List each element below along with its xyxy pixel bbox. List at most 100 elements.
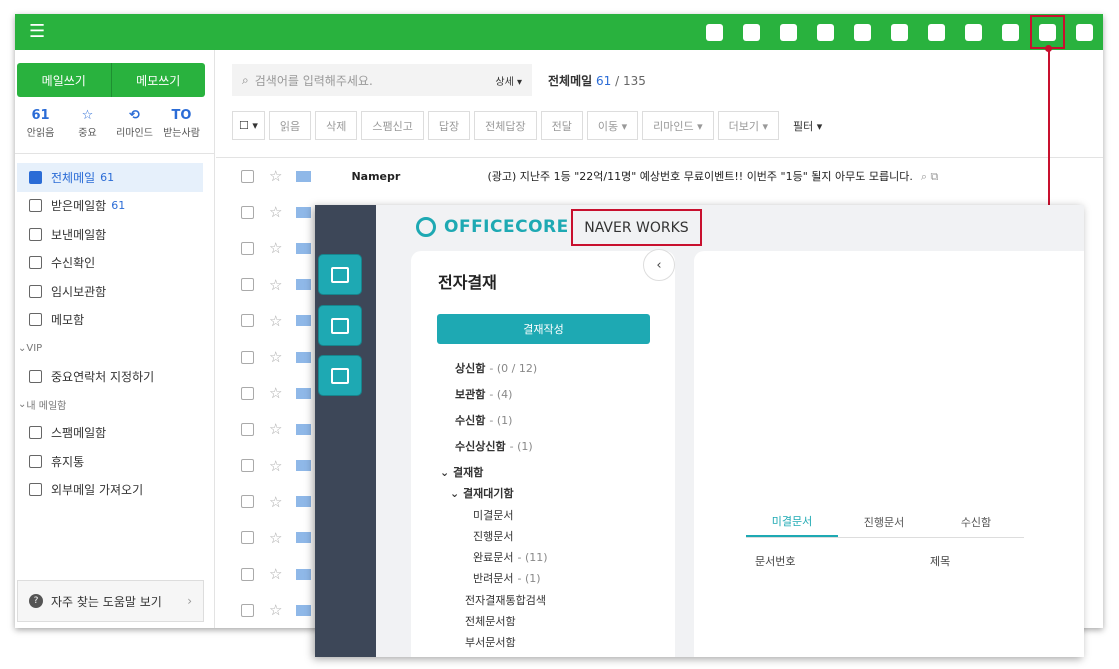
write-approval-button[interactable]: 결재작성: [437, 314, 650, 344]
folder-item[interactable]: 전체메일 61: [17, 163, 203, 192]
memo-icon-button[interactable]: [696, 14, 733, 50]
star-icon[interactable]: ☆: [269, 239, 282, 257]
document-tab[interactable]: 수신함: [930, 507, 1022, 537]
mail-subject[interactable]: (광고) 지난주 1등 "22억/11명" 예상번호 무료이벤트!! 이번주 "…: [487, 168, 938, 184]
folder-item[interactable]: 받은메일함 61: [15, 192, 215, 221]
task-icon-button[interactable]: [918, 14, 955, 50]
mail-checkbox[interactable]: [241, 169, 254, 183]
calendar-icon: [817, 23, 834, 41]
folder-item[interactable]: 보낸메일함: [15, 220, 215, 249]
mail-checkbox[interactable]: [241, 495, 254, 509]
star-icon[interactable]: ☆: [269, 457, 282, 475]
edit-doc-icon: [331, 266, 349, 283]
add-vip-item[interactable]: 중요연락처 지정하기: [15, 362, 215, 391]
document-tab[interactable]: 진행문서: [838, 507, 930, 537]
folder-item[interactable]: 수신확인: [15, 249, 215, 278]
mail-checkbox[interactable]: [241, 531, 254, 545]
filter-button[interactable]: 필터 ▾: [783, 111, 833, 140]
edit-doc-icon-button[interactable]: [318, 254, 362, 295]
star-icon[interactable]: ☆: [269, 493, 282, 511]
tree-item[interactable]: 수신함 - (1): [455, 412, 675, 438]
tree-item[interactable]: 진행문서: [473, 528, 675, 549]
phonebook-icon-button[interactable]: [318, 355, 362, 396]
quick-filter[interactable]: ☆ 중요: [64, 108, 111, 139]
help-button[interactable]: ? 자주 찾는 도움말 보기 ›: [17, 580, 204, 622]
mail-checkbox[interactable]: [241, 603, 254, 617]
toolbar-button[interactable]: 읽음: [268, 111, 312, 140]
memo-icon: [706, 23, 723, 41]
briefcase-icon-button[interactable]: [318, 305, 362, 346]
search-box[interactable]: ⌕ 검색어를 입력해주세요. 상세 ▾: [232, 64, 532, 96]
mail-row[interactable]: ☆ Namepr (광고) 지난주 1등 "22억/11명" 예상번호 무료이벤트!…: [216, 158, 1103, 194]
star-icon[interactable]: ☆: [269, 420, 282, 438]
chevron-down-icon: ⌄: [18, 399, 27, 410]
tree-item[interactable]: 수신상신함 - (1): [455, 438, 675, 464]
my-folder-item[interactable]: 외부메일 가져오기: [15, 476, 215, 505]
tree-item[interactable]: 보관함 - (4): [455, 386, 675, 412]
approval-icon-button[interactable]: [955, 14, 992, 50]
my-mailbox-section[interactable]: ⌄ 내 메일함: [15, 391, 215, 419]
mail-checkbox[interactable]: [241, 386, 254, 400]
star-icon[interactable]: ☆: [269, 312, 282, 330]
home-icon-button[interactable]: [992, 14, 1029, 50]
tree-item[interactable]: 상신함 - (0 / 12): [455, 360, 675, 386]
mail-checkbox[interactable]: [241, 241, 254, 255]
contacts-icon-button[interactable]: [844, 14, 881, 50]
toolbar-button[interactable]: 더보기 ▾: [717, 111, 780, 140]
mail-checkbox[interactable]: [241, 205, 254, 219]
whale-icon-button[interactable]: [1066, 14, 1103, 50]
hamburger-icon[interactable]: ☰: [29, 23, 45, 41]
vip-section[interactable]: ⌄ VIP: [15, 334, 215, 362]
star-icon[interactable]: ☆: [269, 348, 282, 366]
search-input[interactable]: 검색어를 입력해주세요.: [255, 72, 373, 89]
mail-checkbox[interactable]: [241, 567, 254, 581]
tree-item[interactable]: 반려문서 - (1): [473, 570, 675, 591]
my-folder-item[interactable]: 스팸메일함: [15, 419, 215, 448]
star-icon[interactable]: ☆: [269, 276, 282, 294]
mail-tools-icon[interactable]: ⌕ ⧉: [921, 170, 939, 183]
document-tab[interactable]: 미결문서: [746, 507, 838, 537]
tree-item[interactable]: 미결문서: [473, 507, 675, 528]
mail-checkbox[interactable]: [241, 314, 254, 328]
write-icon: [1039, 23, 1056, 41]
select-all-checkbox[interactable]: ☐ ▾: [232, 111, 265, 140]
quick-filter[interactable]: ⟲ 리마인드: [111, 108, 158, 139]
tree-item[interactable]: 부서문서함: [465, 634, 675, 655]
star-icon[interactable]: ☆: [269, 601, 282, 619]
toolbar-button[interactable]: 전달: [540, 111, 583, 140]
cloud-icon-button[interactable]: [881, 14, 918, 50]
quick-filter[interactable]: TO 받는사람: [158, 108, 205, 139]
quick-filter[interactable]: 61 안읽음: [17, 108, 64, 139]
folder-item[interactable]: 메모함: [15, 306, 215, 335]
tree-item[interactable]: ⌄ 결재함: [440, 464, 675, 485]
tree-item[interactable]: 전체문서함: [465, 613, 675, 634]
star-icon[interactable]: ☆: [269, 529, 282, 547]
toolbar-button[interactable]: 삭제: [315, 111, 358, 140]
toolbar-button[interactable]: 전체답장: [474, 111, 537, 140]
calendar-icon-button[interactable]: [807, 14, 844, 50]
mail-checkbox[interactable]: [241, 278, 254, 292]
tree-item[interactable]: 완료문서 - (11): [473, 549, 675, 570]
star-icon[interactable]: ☆: [269, 565, 282, 583]
toolbar-button[interactable]: 이동 ▾: [586, 111, 639, 140]
star-icon[interactable]: ☆: [269, 203, 282, 221]
write-mail-button[interactable]: 메일쓰기: [17, 63, 111, 97]
toolbar-button[interactable]: 답장: [427, 111, 471, 140]
mail-checkbox[interactable]: [241, 350, 254, 364]
folder-item[interactable]: 임시보관함: [15, 277, 215, 306]
chat-icon-button[interactable]: [733, 14, 770, 50]
toolbar-button[interactable]: 스팸신고: [361, 111, 424, 140]
collapse-button[interactable]: ‹: [643, 249, 675, 281]
star-icon[interactable]: ☆: [269, 167, 282, 185]
my-folder-item[interactable]: 휴지통: [15, 447, 215, 476]
toolbar-button[interactable]: 리마인드 ▾: [642, 111, 714, 140]
tree-item[interactable]: ⌄ 결재대기함: [450, 485, 675, 506]
mail-checkbox[interactable]: [241, 422, 254, 436]
mail-checkbox[interactable]: [241, 459, 254, 473]
search-option-dropdown[interactable]: 상세 ▾: [495, 73, 522, 88]
mail-icon-button[interactable]: [770, 14, 807, 50]
chat-icon: [743, 23, 760, 41]
star-icon[interactable]: ☆: [269, 384, 282, 402]
tree-item[interactable]: 전자결재통합검색: [465, 592, 675, 613]
write-memo-button[interactable]: 메모쓰기: [110, 63, 206, 97]
